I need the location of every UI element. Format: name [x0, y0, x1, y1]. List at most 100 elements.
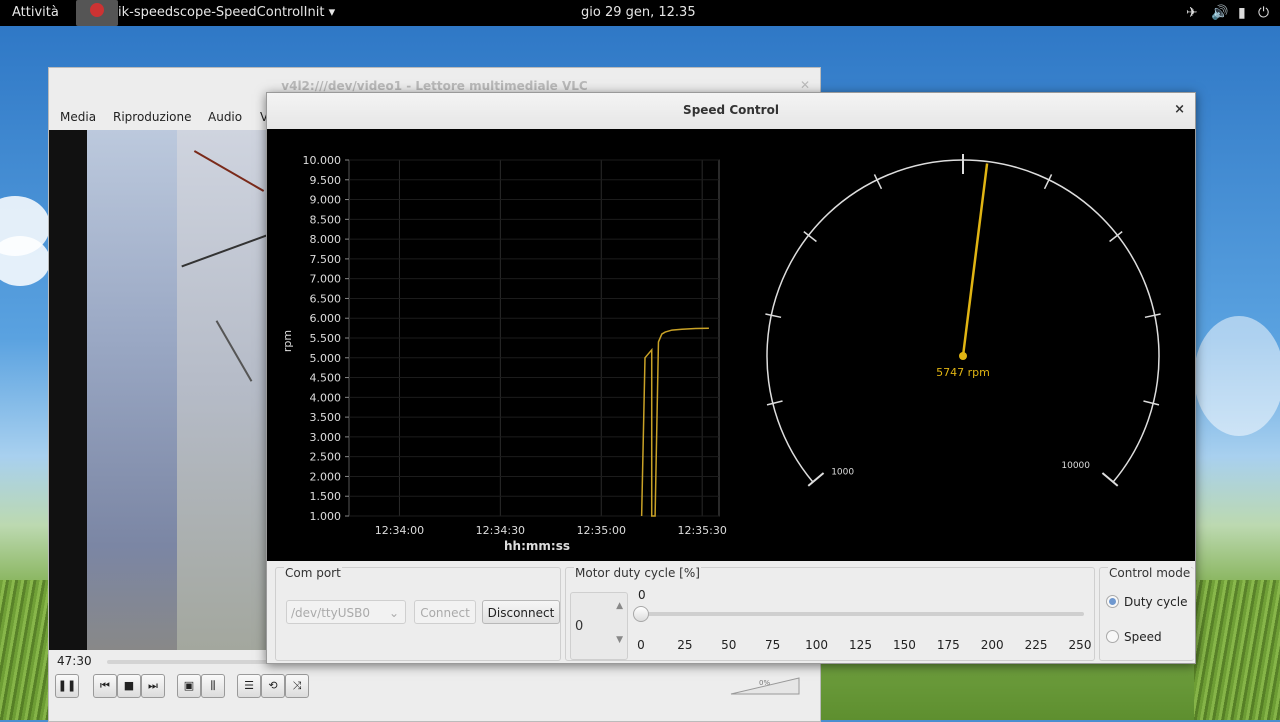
y-tick-label: 2.000 — [310, 470, 342, 483]
stop-icon[interactable]: ■ — [117, 674, 141, 698]
slider-tick-label: 150 — [892, 638, 916, 652]
slider-tick-label: 175 — [936, 638, 960, 652]
loop-icon[interactable]: ⟲ — [261, 674, 285, 698]
chevron-down-icon: ⌄ — [388, 606, 399, 620]
y-tick-label: 6.000 — [310, 312, 342, 325]
slider-handle[interactable] — [633, 606, 649, 622]
y-tick-label: 9.500 — [310, 174, 342, 187]
y-tick-label: 7.000 — [310, 273, 342, 286]
y-axis-label: rpm — [281, 330, 294, 352]
x-tick-label: 12:34:00 — [375, 524, 424, 537]
controls-panel: Com port /dev/ttyUSB0 ⌄ Connect Disconne… — [267, 561, 1195, 663]
spinner-up-icon[interactable]: ▲ — [616, 601, 623, 611]
gauge-arc — [766, 159, 1160, 483]
elapsed-time: 47:30 — [57, 654, 92, 668]
duty-cycle-radio[interactable] — [1106, 595, 1119, 608]
video-frame-board — [177, 130, 267, 650]
shuffle-icon[interactable]: ⤨ — [285, 674, 309, 698]
y-tick-label: 10.000 — [303, 154, 342, 167]
slider-tick-label: 200 — [980, 638, 1004, 652]
gauge-value-label: 5747 rpm — [936, 366, 990, 379]
y-tick-label: 3.500 — [310, 411, 342, 424]
y-tick-label: 8.500 — [310, 213, 342, 226]
pause-icon[interactable]: ❚❚ — [55, 674, 79, 698]
gauge-tick — [765, 313, 782, 319]
y-tick-label: 7.500 — [310, 253, 342, 266]
connect-button[interactable]: Connect — [414, 600, 476, 624]
slider-tick-label: 25 — [677, 638, 693, 652]
spinner-value: 0 — [575, 619, 584, 634]
slider-value: 0 — [638, 588, 646, 602]
app-icon[interactable] — [76, 0, 118, 26]
y-tick-label: 4.000 — [310, 391, 342, 404]
menu-audio[interactable]: Audio — [208, 110, 242, 124]
com-port-group: Com port /dev/ttyUSB0 ⌄ Connect Disconne… — [275, 566, 561, 661]
y-tick-label: 4.500 — [310, 372, 342, 385]
airplane-icon[interactable]: ✈ — [1186, 5, 1198, 21]
gauge-needle — [961, 163, 989, 357]
gauge-min-label: 1000 — [831, 467, 854, 477]
gauge-tick — [1144, 313, 1161, 319]
gauge-max-label: 10000 — [1061, 461, 1090, 471]
volume-icon[interactable]: 🔊 — [1211, 5, 1228, 21]
duty-cycle-slider[interactable] — [638, 612, 1084, 616]
x-axis-label: hh:mm:ss — [504, 539, 570, 553]
extended-settings-icon[interactable]: ⫼ — [201, 674, 225, 698]
fullscreen-icon[interactable]: ▣ — [177, 674, 201, 698]
slider-tick-label: 0 — [637, 638, 645, 652]
video-frame-left — [87, 130, 177, 650]
volume-label: 0% — [759, 679, 770, 687]
gauge-tick — [1043, 174, 1053, 190]
playlist-icon[interactable]: ☰ — [237, 674, 261, 698]
duty-cycle-label: Motor duty cycle [%] — [574, 566, 701, 580]
spinner-down-icon[interactable]: ▼ — [616, 635, 623, 645]
menu-media[interactable]: Media — [60, 110, 96, 124]
rpm-chart: 12:34:00 12:34:30 12:35:00 12:35:30 1.000 1.5… — [281, 154, 727, 553]
previous-icon[interactable]: ⏮ — [93, 674, 117, 698]
y-tick-label: 1.500 — [310, 490, 342, 503]
com-port-label: Com port — [284, 566, 342, 580]
y-tick-label: 9.000 — [310, 194, 342, 207]
x-tick-label: 12:34:30 — [476, 524, 525, 537]
com-port-select[interactable]: /dev/ttyUSB0 ⌄ — [286, 600, 406, 624]
disconnect-button[interactable]: Disconnect — [482, 600, 560, 624]
top-bar: Attività ik-speedscope-SpeedControlInit … — [0, 0, 1280, 26]
gauge-tick — [766, 400, 783, 406]
y-tick-label: 5.500 — [310, 332, 342, 345]
slider-tick-label: 250 — [1068, 638, 1092, 652]
slider-tick-label: 100 — [805, 638, 829, 652]
y-tick-label: 6.500 — [310, 292, 342, 305]
monitor-canvas: 12:34:00 12:34:30 12:35:00 12:35:30 1.000 1.5… — [267, 129, 1195, 561]
window-title: Speed Control — [683, 103, 779, 117]
duty-cycle-group: Motor duty cycle [%] 0 ▲ ▼ 0 0 25 50 75 100 1… — [565, 566, 1095, 661]
speed-control-titlebar[interactable]: Speed Control × — [267, 93, 1195, 130]
volume-slider[interactable]: 0% — [729, 676, 801, 696]
speed-control-window: Speed Control × 12:34:00 12:34:30 12:35:00… — [266, 92, 1196, 664]
menu-riproduzione[interactable]: Riproduzione — [113, 110, 192, 124]
y-tick-label: 8.000 — [310, 233, 342, 246]
speed-radio-label[interactable]: Speed — [1124, 630, 1162, 644]
rpm-gauge: 1000 10000 5747 rpm — [765, 154, 1161, 487]
y-tick-label: 1.000 — [310, 510, 342, 523]
gauge-tick — [1143, 400, 1160, 406]
gauge-tick — [873, 174, 883, 190]
battery-icon[interactable]: ▮ — [1238, 5, 1246, 21]
close-icon[interactable]: × — [1174, 102, 1185, 117]
power-menu-icon[interactable]: ⏻ — [1258, 5, 1269, 21]
gauge-hub — [959, 352, 967, 360]
app-menu[interactable]: ik-speedscope-SpeedControlInit ▾ — [118, 5, 335, 20]
y-tick-label: 5.000 — [310, 352, 342, 365]
duty-cycle-spinner[interactable]: 0 ▲ ▼ — [570, 592, 628, 660]
slider-tick-label: 75 — [765, 638, 781, 652]
speed-radio[interactable] — [1106, 630, 1119, 643]
y-tick-label: 3.000 — [310, 431, 342, 444]
com-port-value: /dev/ttyUSB0 — [291, 606, 370, 620]
clock[interactable]: gio 29 gen, 12.35 — [581, 5, 696, 20]
activities-button[interactable]: Attività — [12, 5, 59, 20]
vlc-close-icon[interactable]: ✕ — [800, 78, 810, 92]
duty-cycle-radio-label[interactable]: Duty cycle — [1124, 595, 1187, 609]
control-mode-label: Control mode — [1108, 566, 1192, 580]
x-tick-label: 12:35:30 — [677, 524, 726, 537]
next-icon[interactable]: ⏭ — [141, 674, 165, 698]
slider-tick-label: 50 — [721, 638, 737, 652]
